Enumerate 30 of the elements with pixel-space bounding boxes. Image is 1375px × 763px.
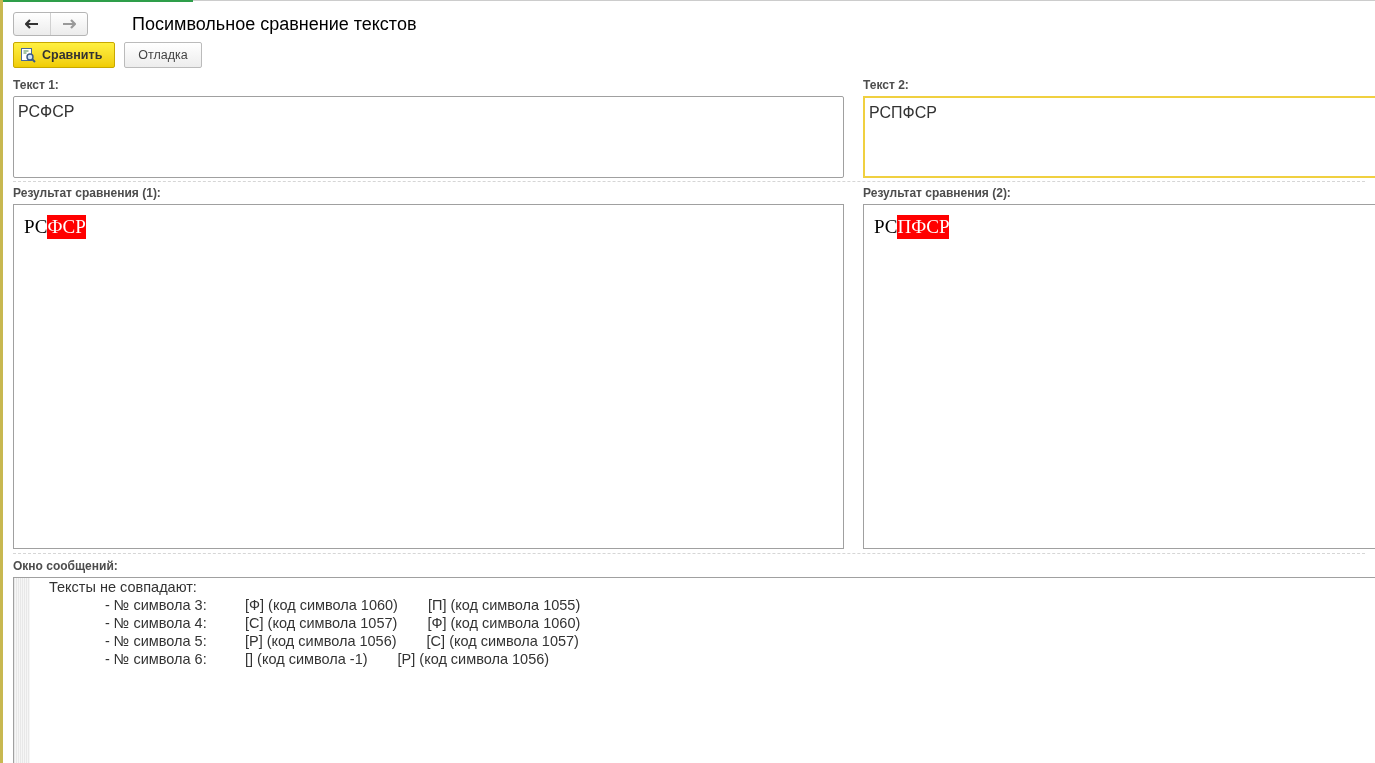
document-search-icon <box>20 47 36 63</box>
message-text: - № символа 4: <box>105 614 208 632</box>
field-label: Текст 2: <box>863 78 910 93</box>
message-text: [Ф] (код символа 1060) <box>245 596 398 614</box>
field-label: Результат сравнения (1): <box>13 186 162 201</box>
message-text: [Р] (код символа 1056) <box>397 650 550 668</box>
compare-button[interactable]: Сравнить <box>13 42 116 68</box>
message-text: [П] (код символа 1055) <box>427 596 581 614</box>
text-input-field[interactable]: РСФСР <box>13 96 844 178</box>
message-text: [Ф] (код символа 1060) <box>427 614 581 632</box>
highlighted-text: ПФСР <box>897 215 950 239</box>
result-text: РС <box>24 215 48 239</box>
highlighted-text: ФСР <box>47 215 86 239</box>
result-text: РС <box>874 215 898 239</box>
message-text: [С] (код символа 1057) <box>245 614 398 632</box>
field-label: Текст 1: <box>13 78 60 93</box>
message-text: [] (код символа -1) <box>245 650 368 668</box>
left-arrow-icon <box>25 19 39 29</box>
field-label: Окно сообщений: <box>13 559 119 574</box>
text-input-field[interactable]: РСПФСР <box>863 96 1375 178</box>
window-title: Посимвольное сравнение текстов <box>132 12 417 36</box>
message-text: - № символа 6: <box>105 650 208 668</box>
message-heading: Тексты не совпадают: <box>49 578 197 596</box>
message-text: - № символа 3: <box>105 596 208 614</box>
message-text: - № символа 5: <box>105 632 208 650</box>
message-text: [Р] (код символа 1056) <box>245 632 397 650</box>
debug-button[interactable]: Отладка <box>124 42 202 68</box>
right-arrow-icon <box>62 19 76 29</box>
message-text: [С] (код символа 1057) <box>426 632 579 650</box>
field-label: Результат сравнения (2): <box>863 186 1012 201</box>
